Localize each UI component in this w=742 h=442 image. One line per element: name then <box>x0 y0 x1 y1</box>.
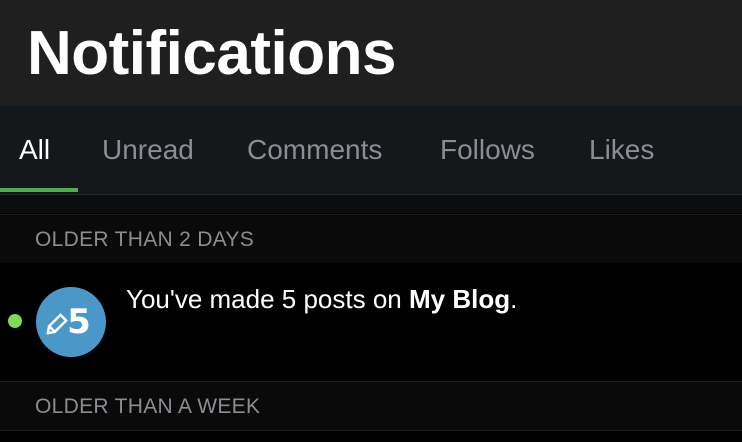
achievement-badge: 5 <box>36 287 106 357</box>
section-header-older-than-2-days: OLDER THAN 2 DAYS <box>0 214 742 264</box>
tab-unread[interactable]: Unread <box>102 106 194 194</box>
filter-tab-bar: All Unread Comments Follows Likes <box>0 106 742 195</box>
section-header-older-than-a-week: OLDER THAN A WEEK <box>0 381 742 431</box>
divider <box>0 195 742 213</box>
badge-number: 5 <box>67 302 91 342</box>
notification-text-suffix: . <box>510 284 518 314</box>
page-title: Notifications <box>27 19 396 88</box>
tab-all[interactable]: All <box>19 106 50 194</box>
notification-item[interactable]: 5 You've made 5 posts on My Blog. <box>0 263 742 380</box>
tab-likes[interactable]: Likes <box>589 106 654 194</box>
app-header: Notifications <box>0 0 742 106</box>
tab-comments[interactable]: Comments <box>247 106 382 194</box>
pencil-icon: 5 <box>46 302 91 342</box>
notification-text: You've made 5 posts on My Blog. <box>126 281 517 317</box>
notification-text-prefix: You've made 5 posts on <box>126 284 409 314</box>
section-label: OLDER THAN 2 DAYS <box>35 228 255 251</box>
unread-indicator-dot <box>8 314 22 328</box>
blog-name: My Blog <box>408 284 511 314</box>
tab-follows[interactable]: Follows <box>440 106 535 194</box>
active-tab-indicator <box>0 188 78 192</box>
section-label: OLDER THAN A WEEK <box>35 395 261 418</box>
